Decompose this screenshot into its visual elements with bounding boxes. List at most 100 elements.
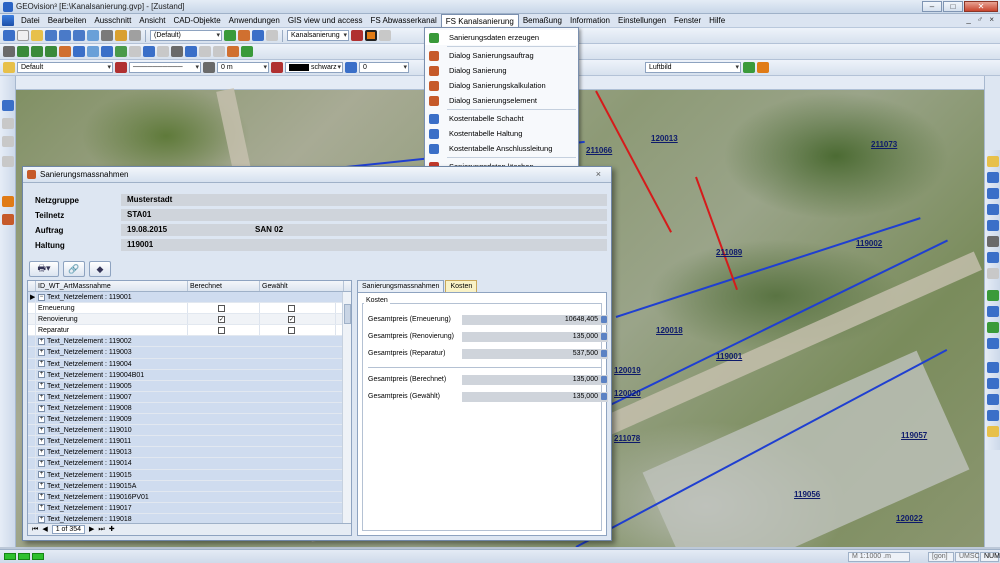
collapse-icon[interactable]: − xyxy=(38,293,45,301)
expand-icon[interactable]: + xyxy=(38,393,45,401)
expand-icon[interactable]: + xyxy=(38,471,45,479)
maximize-button[interactable]: □ xyxy=(943,1,963,12)
grid-group-row[interactable]: + Text_Netzelement : 119015 xyxy=(28,469,351,481)
expand-icon[interactable]: + xyxy=(38,382,45,390)
scrollbar-thumb[interactable] xyxy=(344,304,351,324)
line-type-combo[interactable]: ────────── xyxy=(129,62,201,73)
layer3-icon[interactable] xyxy=(252,30,264,41)
edit7-icon[interactable] xyxy=(987,426,999,437)
expand-icon[interactable]: + xyxy=(38,437,45,445)
pan-icon[interactable] xyxy=(2,118,14,129)
expand-icon[interactable]: + xyxy=(38,426,45,434)
draw-arc-icon[interactable] xyxy=(31,46,43,57)
navigate-button[interactable]: ◆ xyxy=(89,261,111,277)
berechnet-checkbox[interactable] xyxy=(218,305,225,313)
field-value[interactable]: Musterstadt xyxy=(121,194,607,206)
cost-value[interactable]: 135,000 xyxy=(462,391,608,402)
menu-item[interactable]: Hilfe xyxy=(705,14,729,27)
expand-icon[interactable]: + xyxy=(38,415,45,423)
offset-combo[interactable]: 0 m xyxy=(217,62,269,73)
frame-icon[interactable] xyxy=(365,30,377,41)
table-icon[interactable] xyxy=(157,46,169,57)
zoom-prev-icon[interactable] xyxy=(987,220,999,231)
expand-icon[interactable]: + xyxy=(38,338,45,346)
style-combo[interactable]: (Default) xyxy=(150,30,222,41)
cost-value[interactable]: 135,000 xyxy=(462,374,608,385)
expand-icon[interactable]: + xyxy=(38,349,45,357)
nav2-icon[interactable] xyxy=(987,306,999,317)
hand-icon[interactable] xyxy=(987,268,999,279)
style-icon[interactable] xyxy=(3,62,15,73)
menu-item[interactable]: GIS view und access xyxy=(284,14,367,27)
color-icon[interactable] xyxy=(271,62,283,73)
draw-line-icon[interactable] xyxy=(3,46,15,57)
grid-group-row[interactable]: + Text_Netzelement : 119008 xyxy=(28,402,351,415)
measure2-icon[interactable] xyxy=(2,156,14,167)
snap-icon[interactable] xyxy=(199,46,211,57)
grid-group-row[interactable]: + Text_Netzelement : 119010 xyxy=(28,425,351,437)
save-icon[interactable] xyxy=(45,30,57,41)
grid-group-row[interactable]: + Text_Netzelement : 119015A xyxy=(28,480,351,492)
prev-page-icon[interactable]: ◀ xyxy=(42,524,47,536)
expand-icon[interactable]: + xyxy=(38,460,45,468)
grid-header-cell[interactable]: ID_WT_ArtMassnahme xyxy=(36,281,188,291)
last-page-icon[interactable]: ⏭ xyxy=(98,524,104,536)
grid-group-row[interactable]: + Text_Netzelement : 119005 xyxy=(28,380,351,392)
edit-icon[interactable] xyxy=(171,46,183,57)
rotate-icon[interactable] xyxy=(2,136,14,147)
menu-item[interactable]: Anwendungen xyxy=(225,14,284,27)
expand-icon[interactable]: + xyxy=(38,482,45,490)
expand-icon[interactable]: + xyxy=(38,515,45,523)
draw-circle-icon[interactable] xyxy=(87,46,99,57)
new-file-icon[interactable] xyxy=(17,30,29,41)
expand-icon[interactable]: + xyxy=(38,504,45,512)
dropdown-item[interactable]: Kostentabelle Schacht xyxy=(425,111,578,126)
draw-dim-icon[interactable] xyxy=(143,46,155,57)
value-combo[interactable]: 0 xyxy=(359,62,409,73)
expand-icon[interactable]: + xyxy=(38,493,45,501)
zoom-next-icon[interactable] xyxy=(987,236,999,247)
edit4-icon[interactable] xyxy=(987,378,999,389)
preview-icon[interactable] xyxy=(87,30,99,41)
grid-child-row[interactable]: Reparatur xyxy=(28,325,351,337)
menu-item[interactable]: Fenster xyxy=(670,14,705,27)
menu-item[interactable]: CAD-Objekte xyxy=(170,14,225,27)
menu-item[interactable]: FS Kanalsanierung xyxy=(440,14,519,27)
grid-group-row[interactable]: + Text_Netzelement : 119013 xyxy=(28,447,351,459)
dropdown-item[interactable]: Dialog Sanierung xyxy=(425,63,578,78)
copy-icon[interactable] xyxy=(101,30,113,41)
background-map-combo[interactable]: Luftbild xyxy=(645,62,741,73)
nav-icon[interactable] xyxy=(987,290,999,301)
gewaehlt-checkbox[interactable] xyxy=(288,327,295,335)
open-file-icon[interactable] xyxy=(31,30,43,41)
draw-text-icon[interactable] xyxy=(129,46,141,57)
grid-child-row[interactable]: Renovierung ✓ ✓ xyxy=(28,314,351,326)
tool-icon[interactable] xyxy=(351,30,363,41)
print-icon[interactable] xyxy=(73,30,85,41)
grid-group-row[interactable]: + Text_Netzelement : 119004 xyxy=(28,358,351,370)
field-value[interactable]: STA01 xyxy=(121,209,607,221)
expand-icon[interactable]: + xyxy=(38,360,45,368)
menu-item[interactable]: Bearbeiten xyxy=(44,14,91,27)
zoom-in-icon[interactable] xyxy=(987,156,999,167)
dropdown-item[interactable]: Dialog Sanierungskalkulation xyxy=(425,78,578,93)
edit5-icon[interactable] xyxy=(987,394,999,405)
nav4-icon[interactable] xyxy=(987,338,999,349)
menu-item[interactable]: Ansicht xyxy=(135,14,169,27)
dialog-title-bar[interactable]: Sanierungsmassnahmen × xyxy=(23,167,611,183)
grid-header-cell[interactable]: Berechnet xyxy=(188,281,260,291)
grid-group-row[interactable]: + Text_Netzelement : 119014 xyxy=(28,458,351,470)
app-menu-icon[interactable] xyxy=(2,15,14,26)
grid-group-row[interactable]: + Text_Netzelement : 119003 xyxy=(28,347,351,359)
layer-icon[interactable] xyxy=(224,30,236,41)
draw-rect-icon[interactable] xyxy=(73,46,85,57)
zoom-out-icon[interactable] xyxy=(987,172,999,183)
symbol-icon[interactable] xyxy=(227,46,239,57)
add-record-icon[interactable]: ✚ xyxy=(109,524,115,536)
draw-poly-icon[interactable] xyxy=(17,46,29,57)
mdi-window-controls[interactable]: _ ♂ × xyxy=(966,15,996,24)
grid-group-row[interactable]: + Text_Netzelement : 119011 xyxy=(28,436,351,448)
expand-icon[interactable]: + xyxy=(38,371,45,379)
edit3-icon[interactable] xyxy=(987,362,999,373)
stamp-icon[interactable] xyxy=(129,30,141,41)
